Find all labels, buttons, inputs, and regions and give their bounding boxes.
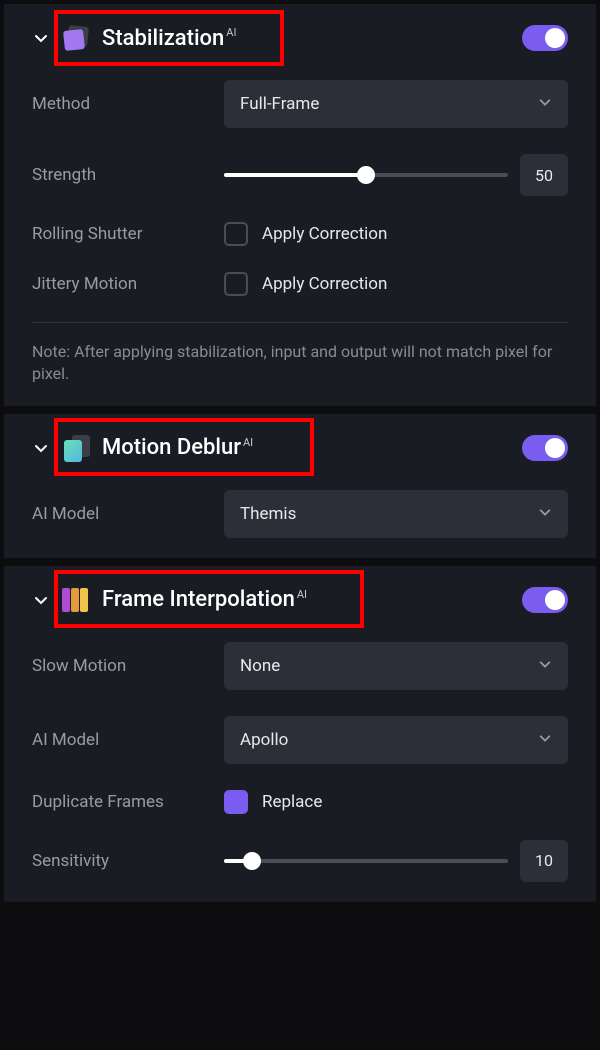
method-select[interactable]: Full-Frame xyxy=(224,80,568,128)
chevron-down-icon xyxy=(538,504,552,524)
duplicate-frames-check-label: Replace xyxy=(262,792,322,812)
deblur-model-value: Themis xyxy=(240,504,296,524)
strength-value[interactable]: 50 xyxy=(520,154,568,196)
interpolation-toggle[interactable] xyxy=(522,587,568,613)
frame-interpolation-icon xyxy=(62,586,90,614)
slowmo-select[interactable]: None xyxy=(224,642,568,690)
method-value: Full-Frame xyxy=(240,94,319,114)
deblur-header: Motion DeblurAI xyxy=(32,434,568,462)
chevron-down-icon xyxy=(538,730,552,750)
stabilization-title: StabilizationAI xyxy=(102,26,236,51)
interp-model-label: AI Model xyxy=(32,730,224,750)
stabilization-header: StabilizationAI xyxy=(32,24,568,52)
deblur-toggle[interactable] xyxy=(522,435,568,461)
rolling-shutter-check-label: Apply Correction xyxy=(262,224,387,244)
sensitivity-label: Sensitivity xyxy=(32,851,224,871)
duplicate-frames-label: Duplicate Frames xyxy=(32,792,224,812)
rolling-shutter-label: Rolling Shutter xyxy=(32,224,224,244)
divider xyxy=(32,322,568,323)
interp-model-select[interactable]: Apollo xyxy=(224,716,568,764)
collapse-chevron-icon[interactable] xyxy=(32,591,50,609)
sensitivity-slider[interactable] xyxy=(224,859,508,863)
interp-model-value: Apollo xyxy=(240,730,288,750)
slowmo-label: Slow Motion xyxy=(32,656,224,676)
stabilization-section: StabilizationAI Method Full-Frame Streng… xyxy=(4,4,596,414)
deblur-title: Motion DeblurAI xyxy=(102,435,253,460)
duplicate-frames-checkbox[interactable] xyxy=(224,790,248,814)
chevron-down-icon xyxy=(538,656,552,676)
jittery-motion-checkbox[interactable] xyxy=(224,272,248,296)
motion-deblur-section: Motion DeblurAI AI Model Themis xyxy=(4,414,596,566)
sensitivity-value[interactable]: 10 xyxy=(520,840,568,882)
ai-badge: AI xyxy=(297,588,307,601)
collapse-chevron-icon[interactable] xyxy=(32,439,50,457)
stabilization-note: Note: After applying stabilization, inpu… xyxy=(32,341,568,386)
stabilization-toggle[interactable] xyxy=(522,25,568,51)
jittery-motion-label: Jittery Motion xyxy=(32,274,224,294)
frame-interpolation-section: Frame InterpolationAI Slow Motion None A… xyxy=(4,566,596,902)
strength-label: Strength xyxy=(32,165,224,185)
slider-thumb[interactable] xyxy=(243,852,261,870)
method-label: Method xyxy=(32,94,224,114)
collapse-chevron-icon[interactable] xyxy=(32,29,50,47)
motion-deblur-icon xyxy=(62,434,90,462)
interpolation-title: Frame InterpolationAI xyxy=(102,587,307,612)
deblur-model-label: AI Model xyxy=(32,504,224,524)
chevron-down-icon xyxy=(538,94,552,114)
slider-thumb[interactable] xyxy=(357,166,375,184)
ai-badge: AI xyxy=(243,436,253,449)
ai-badge: AI xyxy=(226,26,236,39)
stabilization-icon xyxy=(62,24,90,52)
interpolation-header: Frame InterpolationAI xyxy=(32,586,568,614)
deblur-model-select[interactable]: Themis xyxy=(224,490,568,538)
strength-slider[interactable] xyxy=(224,173,508,177)
jittery-check-label: Apply Correction xyxy=(262,274,387,294)
rolling-shutter-checkbox[interactable] xyxy=(224,222,248,246)
slowmo-value: None xyxy=(240,656,280,676)
